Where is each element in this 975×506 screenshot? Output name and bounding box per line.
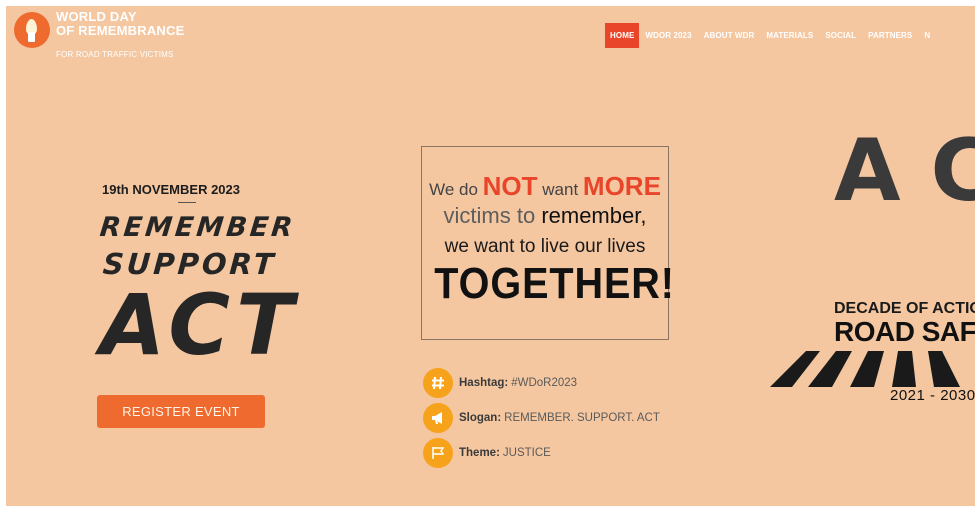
nav-item-about-wdr[interactable]: ABOUT WDR (698, 23, 761, 48)
logo-title-line2: OF REMEMBRANCE (56, 23, 185, 38)
event-date: 19th NOVEMBER 2023 (102, 182, 240, 197)
quote-we-do: We do (429, 180, 483, 199)
page: WORLD DAY OF REMEMBRANCE FOR ROAD TRAFFI… (6, 6, 975, 506)
candle-flame-icon (14, 12, 50, 48)
quote-line-3: we want to live our lives (444, 236, 646, 257)
info-value: JUSTICE (502, 447, 551, 459)
zebra-crossing-graphic (770, 351, 960, 387)
nav-item-home[interactable]: HOME (605, 23, 640, 48)
logo-subtitle: FOR ROAD TRAFFIC VICTIMS (56, 50, 174, 59)
slogan-act: ACT (100, 276, 300, 374)
logo-text: WORLD DAY OF REMEMBRANCE FOR ROAD TRAFFI… (56, 9, 185, 60)
quote-together: TOGETHER! (434, 259, 675, 308)
nav-item-social[interactable]: SOCIAL (819, 23, 862, 48)
slogan-act-large: AC (834, 121, 975, 221)
decade-years: 2021 - 2030 (890, 387, 975, 404)
megaphone-icon (423, 403, 453, 433)
info-slogan: Slogan: REMEMBER. SUPPORT. ACT (423, 403, 660, 433)
info-label: Theme: (459, 447, 500, 459)
info-label: Slogan: (459, 412, 502, 424)
flag-icon (423, 438, 453, 468)
info-value: REMEMBER. SUPPORT. ACT (504, 412, 660, 424)
quote-box: We do NOT want MORE victims to remember,… (421, 146, 675, 340)
quote-more: MORE (582, 171, 661, 201)
quote-want: want (537, 180, 583, 199)
site-logo[interactable]: WORLD DAY OF REMEMBRANCE FOR ROAD TRAFFI… (14, 10, 184, 59)
logo-title-line1: WORLD DAY (56, 9, 137, 24)
register-event-button[interactable]: REGISTER EVENT (97, 395, 265, 428)
nav-item-wdor-2023[interactable]: WDOR 2023 (639, 23, 697, 48)
quote-not: NOT (482, 171, 538, 201)
hashtag-icon (423, 368, 453, 398)
info-label: Hashtag: (459, 377, 509, 389)
quote-victims-to: victims to (443, 203, 542, 228)
info-hashtag: Hashtag: #WDoR2023 (423, 368, 577, 398)
info-value: #WDoR2023 (511, 377, 578, 389)
quote-line-1: We do NOT want MORE (422, 171, 668, 202)
nav-item-partners[interactable]: PARTNERS (862, 23, 918, 48)
road-safety-heading: ROAD SAF (834, 316, 975, 347)
nav-item-materials[interactable]: MATERIALS (760, 23, 819, 48)
slogan-remember: REMEMBER (98, 212, 297, 243)
main-nav: HOME WDOR 2023 ABOUT WDR MATERIALS SOCIA… (605, 23, 936, 48)
nav-item-news[interactable]: N (918, 23, 936, 48)
quote-remember: remember, (541, 203, 647, 228)
quote-line-2: victims to remember, (422, 203, 668, 229)
divider (178, 202, 196, 203)
info-theme: Theme: JUSTICE (423, 438, 551, 468)
